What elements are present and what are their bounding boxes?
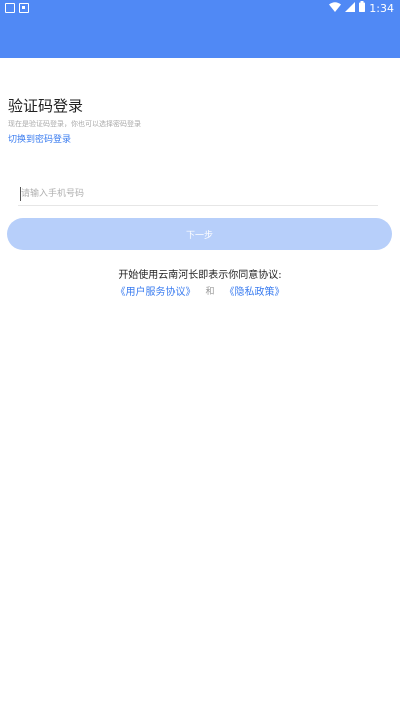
header-bar: 1:34 bbox=[0, 0, 400, 58]
notification-icon bbox=[19, 3, 29, 13]
notification-area bbox=[5, 3, 29, 13]
wifi-icon bbox=[329, 1, 342, 15]
login-hint: 现在是验证码登录，你也可以选择密码登录 bbox=[8, 120, 141, 128]
agreement-links: 《用户服务协议》 和 《隐私政策》 bbox=[0, 283, 400, 298]
privacy-policy-link[interactable]: 《隐私政策》 bbox=[225, 283, 285, 298]
and-connector: 和 bbox=[205, 287, 215, 297]
battery-icon bbox=[359, 1, 366, 15]
phone-number-input[interactable] bbox=[18, 182, 378, 206]
signal-icon bbox=[345, 1, 356, 15]
status-time: 1:34 bbox=[369, 1, 394, 15]
notification-icon bbox=[5, 3, 15, 13]
agreement-notice: 开始使用云南河长即表示你同意协议: bbox=[118, 270, 282, 281]
user-agreement-link[interactable]: 《用户服务协议》 bbox=[115, 283, 195, 298]
page-title: 验证码登录 bbox=[8, 97, 84, 115]
next-step-button[interactable]: 下一步 bbox=[7, 218, 392, 250]
status-indicators: 1:34 bbox=[329, 1, 394, 15]
switch-to-password-login-link[interactable]: 切换到密码登录 bbox=[8, 132, 71, 145]
text-cursor bbox=[20, 187, 21, 201]
